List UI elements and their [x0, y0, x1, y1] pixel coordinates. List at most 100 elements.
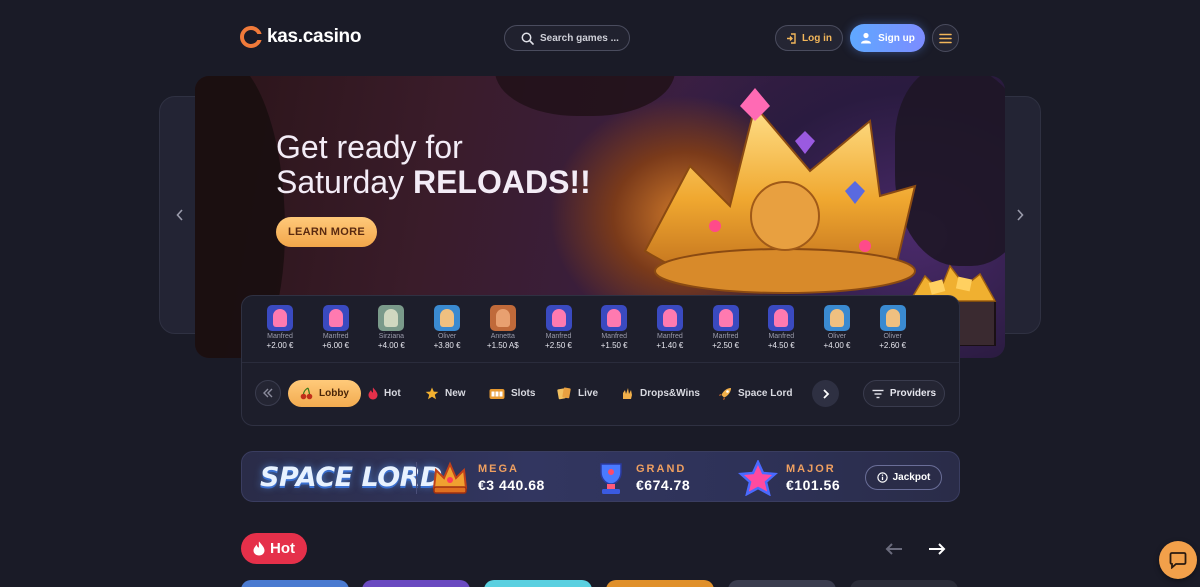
flame-icon: [368, 387, 378, 400]
winner-game-thumbnail: [601, 305, 628, 331]
winner-item[interactable]: Manfred +2.00 €: [252, 305, 308, 350]
winner-character: [662, 309, 677, 327]
learn-more-button[interactable]: LEARN MORE: [276, 217, 377, 247]
cards-icon: [557, 387, 572, 400]
winner-game-thumbnail: [267, 305, 293, 331]
crown-icon: [432, 461, 468, 494]
game-tile[interactable]: [241, 580, 349, 587]
winner-item[interactable]: Manfred +1.40 €: [642, 305, 698, 350]
category-tab-new[interactable]: New: [425, 380, 466, 407]
jackpot-separator: [416, 462, 417, 494]
winner-item[interactable]: Manfred +6.00 €: [308, 305, 364, 350]
rocket-icon: [718, 387, 732, 401]
winner-character: [328, 309, 343, 327]
chat-button[interactable]: [1159, 541, 1197, 579]
logo-mark-icon: [240, 26, 262, 48]
category-label: Drops&Wins: [640, 388, 700, 399]
jackpot-grand-label: GRAND: [636, 463, 687, 475]
jackpot-info-button[interactable]: Jackpot: [865, 465, 942, 490]
category-tab-hot[interactable]: Hot: [368, 380, 401, 407]
game-tile[interactable]: [850, 580, 958, 587]
info-icon: [876, 472, 888, 483]
jackpot-major-value: €101.56: [786, 477, 841, 493]
jackpot-mega-value: €3 440.68: [478, 477, 545, 493]
jackpot-mega: MEGA €3 440.68: [430, 460, 545, 496]
winner-amount: +1.40 €: [656, 341, 684, 350]
jackpot-mega-label: MEGA: [478, 463, 519, 475]
winner-game-thumbnail: [434, 305, 461, 331]
star-icon: [738, 460, 778, 496]
winner-character: [440, 309, 455, 327]
hero-title: Get ready for Saturday RELOADS!!: [276, 130, 591, 200]
winner-game-thumbnail: [545, 305, 572, 331]
category-label: Lobby: [319, 388, 349, 399]
hot-prev-arrow-icon[interactable]: [885, 539, 903, 560]
winner-name: Manfred: [657, 333, 683, 340]
winner-game-thumbnail: [824, 305, 850, 331]
category-tab-space-lord[interactable]: Space Lord: [718, 380, 792, 407]
winner-game-thumbnail: [768, 305, 795, 331]
game-tile[interactable]: [362, 580, 470, 587]
winner-item[interactable]: Oliver +2.60 €: [865, 305, 921, 350]
category-tab-drops-wins[interactable]: Drops&Wins: [621, 380, 700, 407]
hot-next-arrow-icon[interactable]: [928, 539, 946, 560]
category-label: Hot: [384, 388, 401, 399]
winner-item[interactable]: Oliver +3.80 €: [419, 305, 475, 350]
winner-amount: +4.00 €: [823, 341, 851, 350]
hero-prev-arrow-icon[interactable]: [173, 208, 187, 222]
hot-section-title: Hot: [241, 533, 307, 564]
chat-bubble-icon: [1169, 552, 1187, 569]
winner-amount: +2.50 €: [712, 341, 740, 350]
winner-item[interactable]: Oliver +4.00 €: [809, 305, 865, 350]
winner-character: [774, 309, 789, 327]
game-tile[interactable]: [728, 580, 836, 587]
winner-amount: +4.50 €: [767, 341, 795, 350]
jackpot-major: MAJOR €101.56: [738, 460, 840, 496]
providers-label: Providers: [889, 388, 937, 399]
winner-amount: +3.80 €: [433, 341, 461, 350]
winner-item[interactable]: Annetta +1.50 A$: [475, 305, 531, 350]
category-tab-slots[interactable]: Slots: [489, 380, 535, 407]
providers-button[interactable]: Providers: [863, 380, 945, 407]
winner-game-thumbnail: [712, 305, 739, 331]
hot-section-label: Hot: [270, 540, 295, 557]
winner-name: Manfred: [712, 333, 739, 340]
signup-label: Sign up: [878, 32, 915, 44]
category-tab-live[interactable]: Live: [557, 380, 598, 407]
winner-game-thumbnail: [489, 305, 516, 331]
winner-character: [273, 309, 287, 327]
winner-name: Annetta: [490, 333, 515, 340]
double-chevron-left-icon: [263, 388, 273, 398]
category-prev-button[interactable]: [255, 380, 281, 406]
hamburger-icon: [939, 33, 952, 43]
game-tile[interactable]: [484, 580, 592, 587]
winner-name: Manfred: [601, 333, 628, 340]
login-label: Log in: [802, 32, 832, 44]
search-button[interactable]: Search games ...: [504, 25, 630, 51]
cherries-icon: [300, 387, 313, 400]
user-icon: [861, 32, 872, 44]
winner-item[interactable]: Manfred +1.50 €: [586, 305, 642, 350]
winner-name: Manfred: [267, 333, 293, 340]
winner-character: [607, 309, 622, 327]
winner-character: [551, 309, 566, 327]
game-tile[interactable]: [606, 580, 714, 587]
login-button[interactable]: Log in: [775, 25, 843, 51]
menu-button[interactable]: [932, 24, 959, 52]
winner-item[interactable]: Manfred +2.50 €: [698, 305, 754, 350]
jackpot-major-label: MAJOR: [786, 463, 836, 475]
category-tab-lobby[interactable]: Lobby: [288, 380, 361, 407]
ticker-fade: [919, 296, 959, 360]
star-icon: [425, 387, 439, 400]
winner-name: Oliver: [883, 333, 902, 340]
winner-item[interactable]: Manfred +4.50 €: [753, 305, 809, 350]
site-logo[interactable]: kas.casino: [240, 26, 361, 48]
winner-item[interactable]: Sirziana +4.00 €: [363, 305, 419, 350]
winner-amount: +4.00 €: [377, 341, 405, 350]
winner-name: Manfred: [322, 333, 349, 340]
category-next-button[interactable]: [812, 380, 839, 407]
hero-next-arrow-icon[interactable]: [1013, 208, 1027, 222]
signup-button[interactable]: Sign up: [850, 24, 925, 52]
hero-line1: Get ready for: [276, 129, 463, 165]
winner-item[interactable]: Manfred +2.50 €: [531, 305, 587, 350]
